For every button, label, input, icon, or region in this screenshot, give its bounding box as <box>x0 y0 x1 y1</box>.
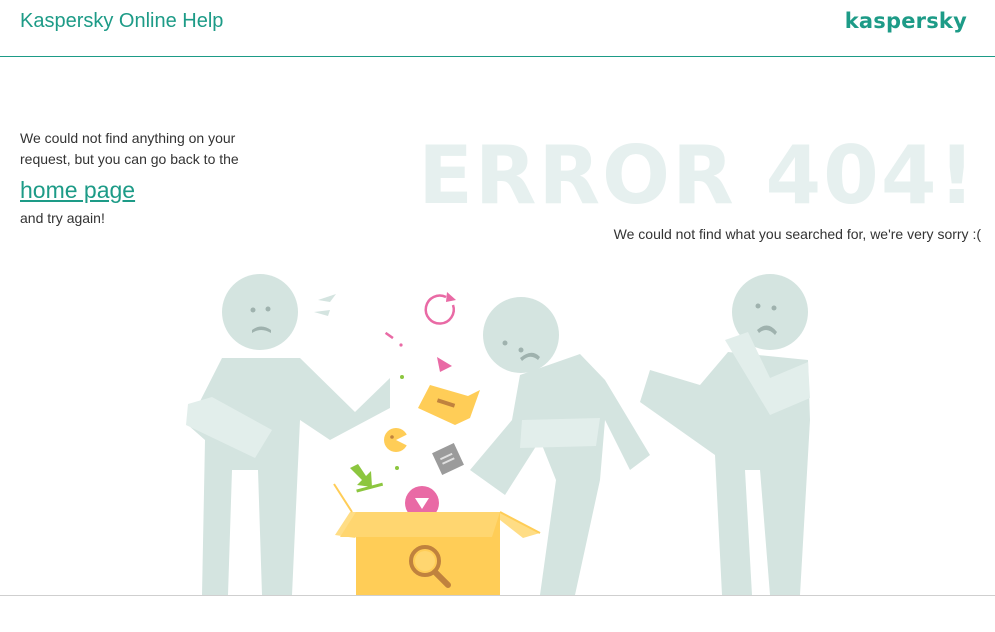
message-line-2: and try again! <box>20 210 105 226</box>
error-subtitle: We could not find what you searched for,… <box>613 226 981 242</box>
download-arrow-icon <box>350 464 384 493</box>
folder-icon <box>418 385 480 425</box>
confetti <box>384 331 452 372</box>
right-person-figure <box>640 274 810 595</box>
error-404-title: ERROR 404! <box>418 129 977 222</box>
site-title-link[interactable]: Kaspersky Online Help <box>20 10 223 33</box>
site-header: Kaspersky Online Help kaspersky <box>0 0 995 57</box>
middle-person-arm-highlight <box>520 418 600 448</box>
speech-lines-icon <box>318 294 336 302</box>
kaspersky-logo[interactable]: kaspersky <box>845 9 967 33</box>
message-line-1: We could not find anything on your reque… <box>20 130 239 167</box>
confused-people-illustration <box>186 274 810 595</box>
pie-icon <box>384 428 410 452</box>
home-page-link[interactable]: home page <box>20 176 260 204</box>
document-icon <box>432 443 464 475</box>
refresh-icon <box>424 292 456 325</box>
footer-divider <box>0 595 995 596</box>
not-found-message: We could not find anything on your reque… <box>20 128 260 229</box>
